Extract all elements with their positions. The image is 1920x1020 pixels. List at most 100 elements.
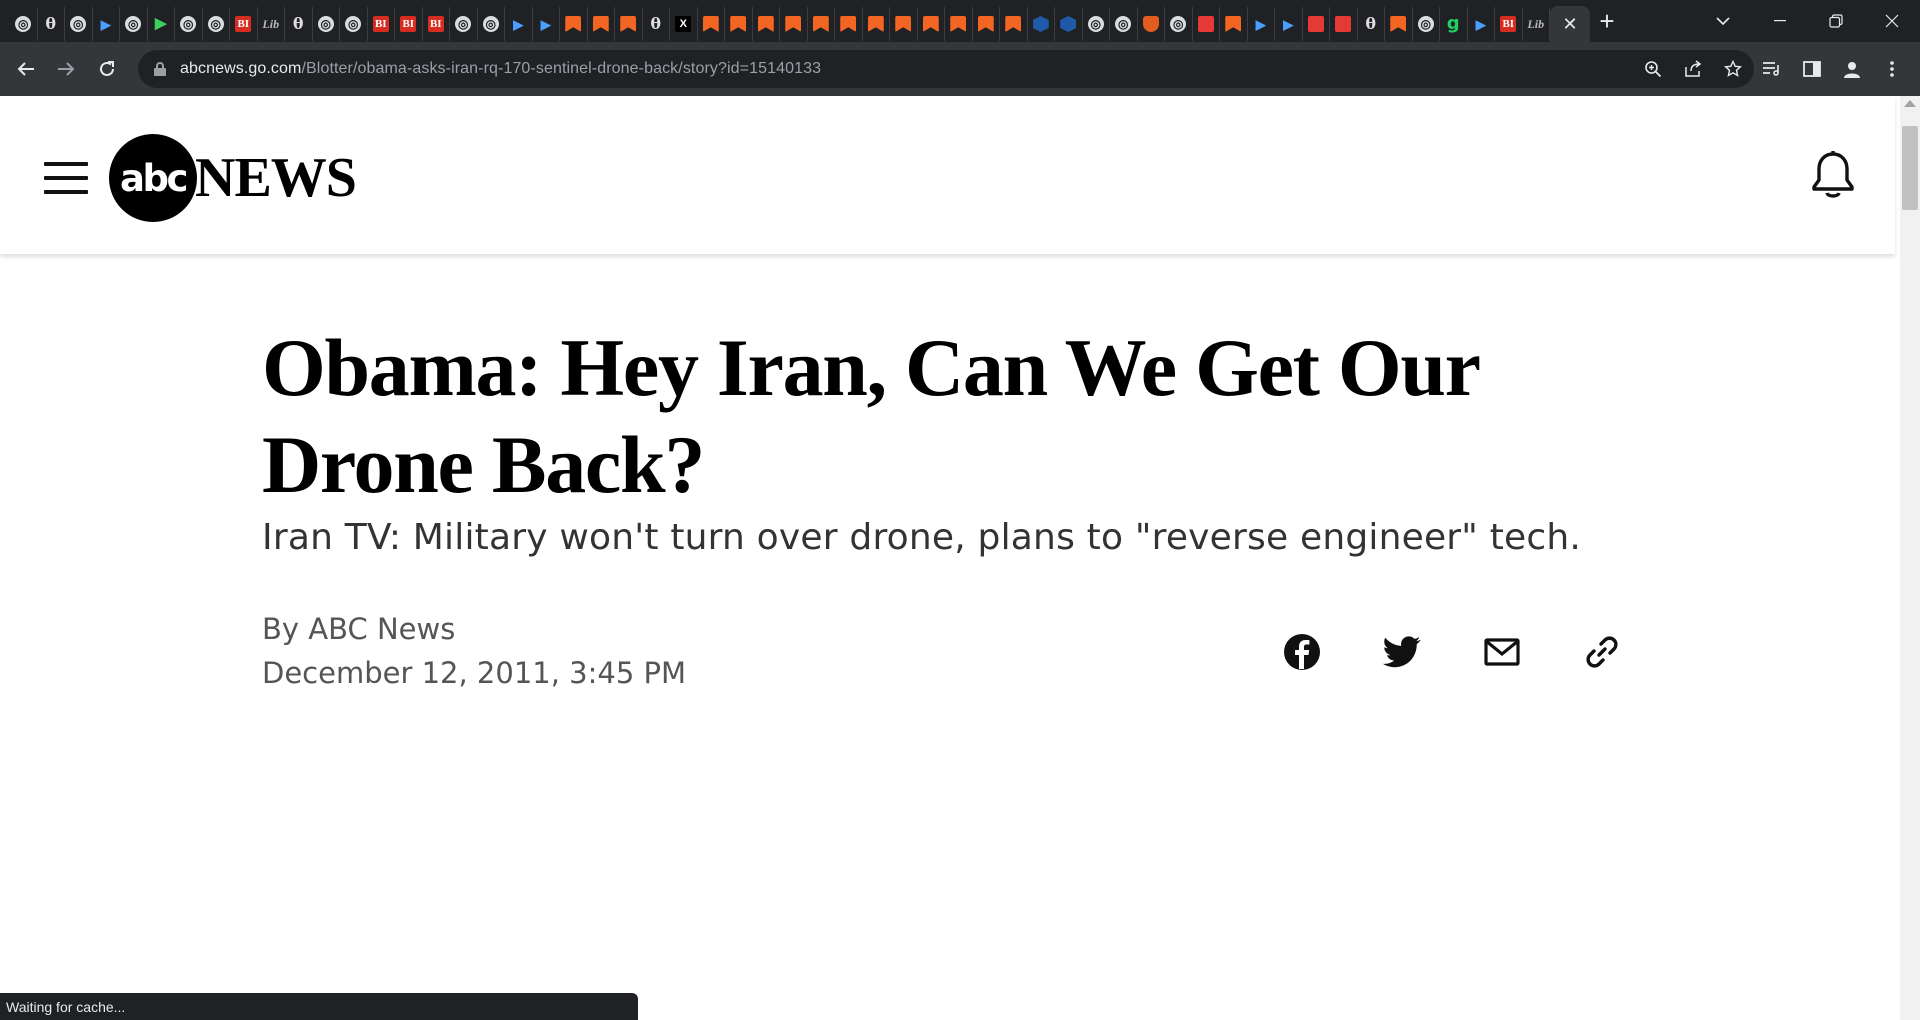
close-window-button[interactable] <box>1864 0 1920 42</box>
forward-button[interactable] <box>46 49 86 89</box>
browser-tab[interactable]: θ <box>643 7 670 41</box>
browser-tab[interactable]: ◎ <box>1110 7 1138 41</box>
browser-tab[interactable] <box>835 7 863 41</box>
browser-tab[interactable] <box>1138 7 1165 41</box>
browser-tab[interactable] <box>1385 7 1413 41</box>
red-favicon-icon <box>1335 16 1352 32</box>
browser-tab[interactable]: θ <box>1358 7 1385 41</box>
globe-favicon-icon: ◎ <box>1115 16 1132 32</box>
browser-tab[interactable] <box>890 7 918 41</box>
browser-tab[interactable] <box>918 7 945 41</box>
blue-favicon-icon: ▶ <box>513 16 524 32</box>
orange-favicon-icon <box>592 16 609 32</box>
browser-tab[interactable]: ◎ <box>1083 7 1110 41</box>
browser-tab[interactable] <box>1000 7 1028 41</box>
bookmark-star-icon[interactable] <box>1721 57 1745 81</box>
browser-tab[interactable] <box>1055 7 1083 41</box>
browser-tab[interactable] <box>1220 7 1248 41</box>
reload-button[interactable] <box>87 49 127 89</box>
minimize-button[interactable] <box>1752 0 1808 42</box>
browser-tab[interactable] <box>945 7 973 41</box>
browser-tab[interactable]: ▶ <box>1468 7 1495 41</box>
close-tab-icon[interactable]: ✕ <box>1562 14 1577 35</box>
globe-favicon-icon: ◎ <box>1087 16 1104 32</box>
browser-tab[interactable]: BI <box>395 7 423 41</box>
browser-tab[interactable]: ◎ <box>120 7 148 41</box>
browser-tab[interactable]: θ <box>285 7 313 41</box>
scroll-thumb[interactable] <box>1902 126 1918 210</box>
browser-tab[interactable]: ◎ <box>175 7 203 41</box>
browser-tab[interactable]: ◎ <box>478 7 505 41</box>
x-favicon-icon: X <box>675 16 692 32</box>
browser-tab[interactable] <box>1028 7 1055 41</box>
browser-tab[interactable]: ◎ <box>203 7 230 41</box>
browser-tab[interactable] <box>863 7 890 41</box>
back-button[interactable] <box>6 49 46 89</box>
browser-toolbar: abcnews.go.com/Blotter/obama-asks-iran-r… <box>0 42 1920 96</box>
address-bar[interactable]: abcnews.go.com/Blotter/obama-asks-iran-r… <box>138 50 1754 88</box>
browser-tab[interactable]: ◎ <box>10 7 38 41</box>
browser-tab[interactable]: ◎ <box>340 7 368 41</box>
url-text[interactable]: abcnews.go.com/Blotter/obama-asks-iran-r… <box>180 60 821 78</box>
globe-favicon-icon: ◎ <box>455 16 472 32</box>
reading-list-icon[interactable] <box>1753 50 1791 88</box>
browser-tab[interactable] <box>588 7 615 41</box>
globe-favicon-icon: ◎ <box>317 16 334 32</box>
browser-tab[interactable]: BI <box>230 7 258 41</box>
copy-link-icon[interactable] <box>1582 632 1622 672</box>
browser-tab[interactable]: BI <box>1495 7 1523 41</box>
browser-tab[interactable]: g <box>1440 7 1468 41</box>
browser-tab[interactable]: ▶ <box>93 7 120 41</box>
browser-tab[interactable]: ◎ <box>313 7 340 41</box>
menu-kebab-icon[interactable] <box>1873 50 1911 88</box>
browser-tab[interactable] <box>973 7 1000 41</box>
browser-tab[interactable]: ▶ <box>148 7 175 41</box>
browser-tab[interactable] <box>780 7 808 41</box>
browser-tab[interactable] <box>725 7 753 41</box>
browser-tab[interactable]: ▶ <box>505 7 533 41</box>
theta-favicon-icon: θ <box>292 14 304 33</box>
article-date: December 12, 2011, 3:45 PM <box>262 656 687 690</box>
browser-tab[interactable]: X <box>670 7 698 41</box>
browser-tab[interactable] <box>808 7 835 41</box>
browser-tab[interactable]: BI <box>423 7 450 41</box>
browser-tab[interactable] <box>560 7 588 41</box>
browser-tab[interactable] <box>698 7 725 41</box>
browser-tab[interactable]: ◎ <box>1165 7 1193 41</box>
browser-tab[interactable] <box>753 7 780 41</box>
profile-avatar-icon[interactable] <box>1833 50 1871 88</box>
twitter-share-icon[interactable] <box>1382 632 1422 672</box>
facebook-share-icon[interactable] <box>1282 632 1322 672</box>
browser-tab[interactable]: ◎ <box>450 7 478 41</box>
browser-tab[interactable] <box>1303 7 1330 41</box>
scroll-up-arrow-icon[interactable] <box>1904 100 1916 107</box>
browser-tab[interactable]: ◎ <box>1413 7 1440 41</box>
restore-button[interactable] <box>1808 0 1864 42</box>
lock-icon[interactable] <box>154 62 166 76</box>
browser-tab[interactable]: ▶ <box>533 7 560 41</box>
browser-tab[interactable] <box>1330 7 1358 41</box>
share-icon[interactable] <box>1681 57 1705 81</box>
bi-favicon-icon: BI <box>372 16 389 32</box>
notification-bell-icon[interactable] <box>1810 150 1856 200</box>
page-scrollbar[interactable] <box>1900 96 1920 1020</box>
orange-favicon-icon <box>1225 16 1242 32</box>
browser-tab[interactable] <box>615 7 643 41</box>
active-browser-tab[interactable]: ✕ <box>1550 6 1590 42</box>
browser-tab[interactable]: ▶ <box>1248 7 1275 41</box>
browser-tab[interactable]: Lib <box>258 7 285 41</box>
browser-tab[interactable]: Lib <box>1523 7 1550 41</box>
browser-tab[interactable]: BI <box>368 7 395 41</box>
browser-tab[interactable]: θ <box>38 7 65 41</box>
abc-news-logo[interactable]: abc NEWS <box>109 134 357 222</box>
zoom-icon[interactable] <box>1641 57 1665 81</box>
browser-tab[interactable]: ▶ <box>1275 7 1303 41</box>
email-share-icon[interactable] <box>1482 632 1522 672</box>
new-tab-button[interactable]: + <box>1594 0 1620 42</box>
hamburger-menu-icon[interactable] <box>44 162 88 194</box>
browser-tab[interactable] <box>1193 7 1220 41</box>
side-panel-icon[interactable] <box>1793 50 1831 88</box>
blue-favicon-icon: ▶ <box>1283 16 1294 32</box>
tab-search-chevron-icon[interactable] <box>1703 0 1743 42</box>
browser-tab[interactable]: ◎ <box>65 7 93 41</box>
